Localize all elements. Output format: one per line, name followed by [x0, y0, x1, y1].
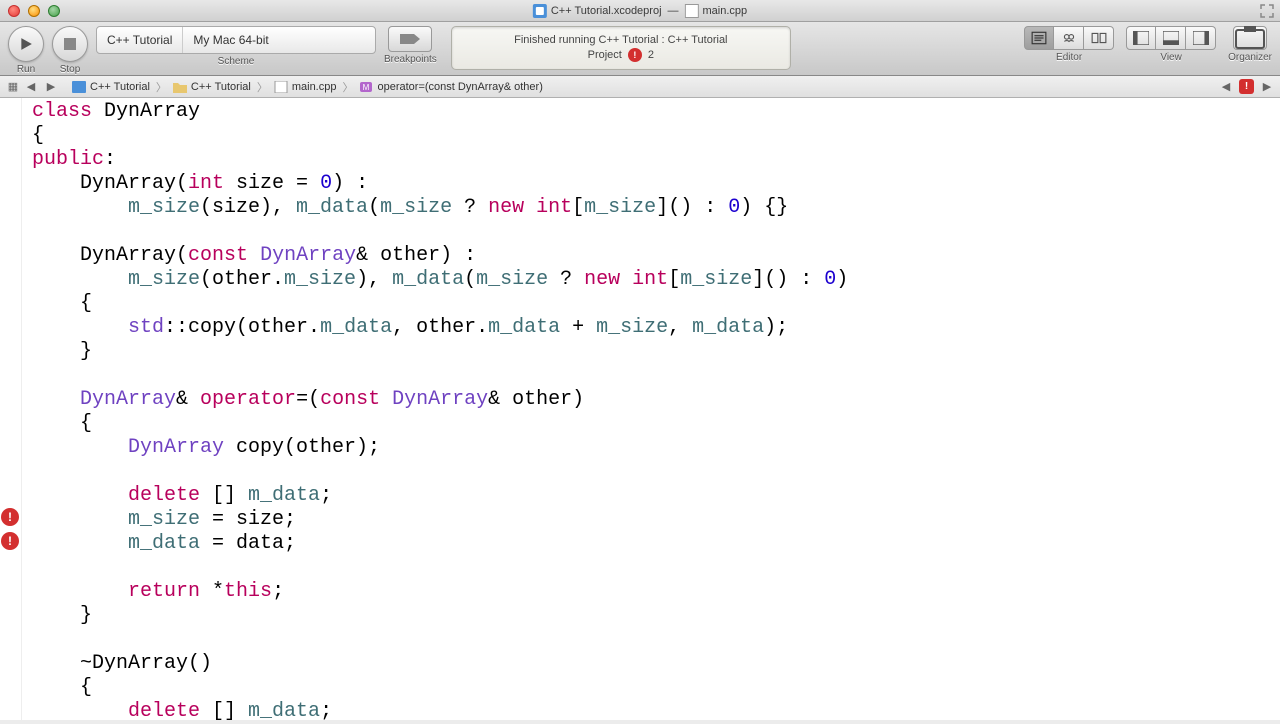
play-icon — [19, 37, 33, 51]
project-icon — [533, 4, 547, 18]
window-titlebar: C++ Tutorial.xcodeproj — main.cpp — [0, 0, 1280, 22]
run-label: Run — [17, 64, 35, 75]
editor-gutter[interactable]: ! ! — [0, 98, 22, 720]
next-issue-button[interactable]: ▶ — [1258, 79, 1276, 95]
error-marker-icon[interactable]: ! — [1, 532, 19, 550]
breadcrumb[interactable]: main.cpp — [268, 81, 343, 93]
scheme-target[interactable]: C++ Tutorial — [97, 27, 183, 53]
stop-button[interactable] — [52, 26, 88, 62]
editor-version-button[interactable] — [1084, 26, 1114, 50]
breakpoints-button[interactable] — [388, 26, 432, 52]
breakpoint-icon — [399, 32, 421, 46]
run-button[interactable] — [8, 26, 44, 62]
organizer-label: Organizer — [1228, 52, 1272, 63]
view-navigator-button[interactable] — [1126, 26, 1156, 50]
view-utilities-button[interactable] — [1186, 26, 1216, 50]
activity-project-label: Project — [588, 49, 622, 61]
project-icon — [72, 81, 86, 93]
breadcrumb-item[interactable]: C++ Tutorial — [191, 81, 251, 93]
scheme-destination[interactable]: My Mac 64-bit — [183, 27, 278, 53]
breadcrumb[interactable]: C++ Tutorial — [66, 81, 156, 93]
code-editor[interactable]: ! ! class DynArray { public: DynArray(in… — [0, 98, 1280, 720]
editor-assistant-button[interactable] — [1054, 26, 1084, 50]
stop-label: Stop — [60, 64, 81, 75]
error-icon: ! — [628, 48, 642, 62]
jumpbar: ▦ ◀ ▶ C++ Tutorial 〉 C++ Tutorial 〉 main… — [0, 76, 1280, 98]
code-area[interactable]: class DynArray { public: DynArray(int si… — [22, 98, 1280, 720]
cpp-file-icon — [274, 81, 288, 93]
cpp-file-icon — [685, 4, 699, 18]
prev-issue-button[interactable]: ◀ — [1217, 79, 1235, 95]
minimize-icon[interactable] — [28, 5, 40, 17]
activity-status: Finished running C++ Tutorial : C++ Tuto… — [462, 34, 780, 46]
editor-label: Editor — [1056, 52, 1082, 63]
activity-viewer[interactable]: Finished running C++ Tutorial : C++ Tuto… — [451, 26, 791, 70]
error-marker-icon[interactable]: ! — [1, 508, 19, 526]
forward-button[interactable]: ▶ — [42, 79, 60, 95]
svg-text:M: M — [363, 83, 370, 92]
editor-standard-button[interactable] — [1024, 26, 1054, 50]
toolbar: Run Stop C++ Tutorial My Mac 64-bit Sche… — [0, 22, 1280, 76]
activity-issue-count: 2 — [648, 49, 654, 61]
back-button[interactable]: ◀ — [22, 79, 40, 95]
breadcrumb[interactable]: C++ Tutorial — [167, 81, 257, 93]
fullscreen-icon[interactable] — [1260, 4, 1274, 18]
zoom-icon[interactable] — [48, 5, 60, 17]
method-icon: M — [359, 81, 373, 93]
stop-icon — [64, 38, 76, 50]
title-separator: — — [668, 5, 679, 17]
window-title-file: main.cpp — [703, 5, 748, 17]
view-label: View — [1160, 52, 1182, 63]
scheme-selector[interactable]: C++ Tutorial My Mac 64-bit — [96, 26, 376, 54]
scheme-label: Scheme — [218, 56, 255, 67]
breadcrumb-item[interactable]: operator=(const DynArray& other) — [377, 81, 542, 93]
organizer-button[interactable] — [1233, 26, 1267, 50]
issue-indicator-icon[interactable]: ! — [1239, 79, 1254, 94]
breadcrumb-item[interactable]: C++ Tutorial — [90, 81, 150, 93]
view-debug-button[interactable] — [1156, 26, 1186, 50]
window-title-project: C++ Tutorial.xcodeproj — [551, 5, 662, 17]
breadcrumb[interactable]: M operator=(const DynArray& other) — [353, 81, 548, 93]
close-icon[interactable] — [8, 5, 20, 17]
breadcrumb-item[interactable]: main.cpp — [292, 81, 337, 93]
organizer-icon — [1234, 26, 1266, 50]
related-items-icon[interactable]: ▦ — [4, 79, 22, 95]
folder-icon — [173, 81, 187, 93]
breakpoints-label: Breakpoints — [384, 54, 437, 65]
